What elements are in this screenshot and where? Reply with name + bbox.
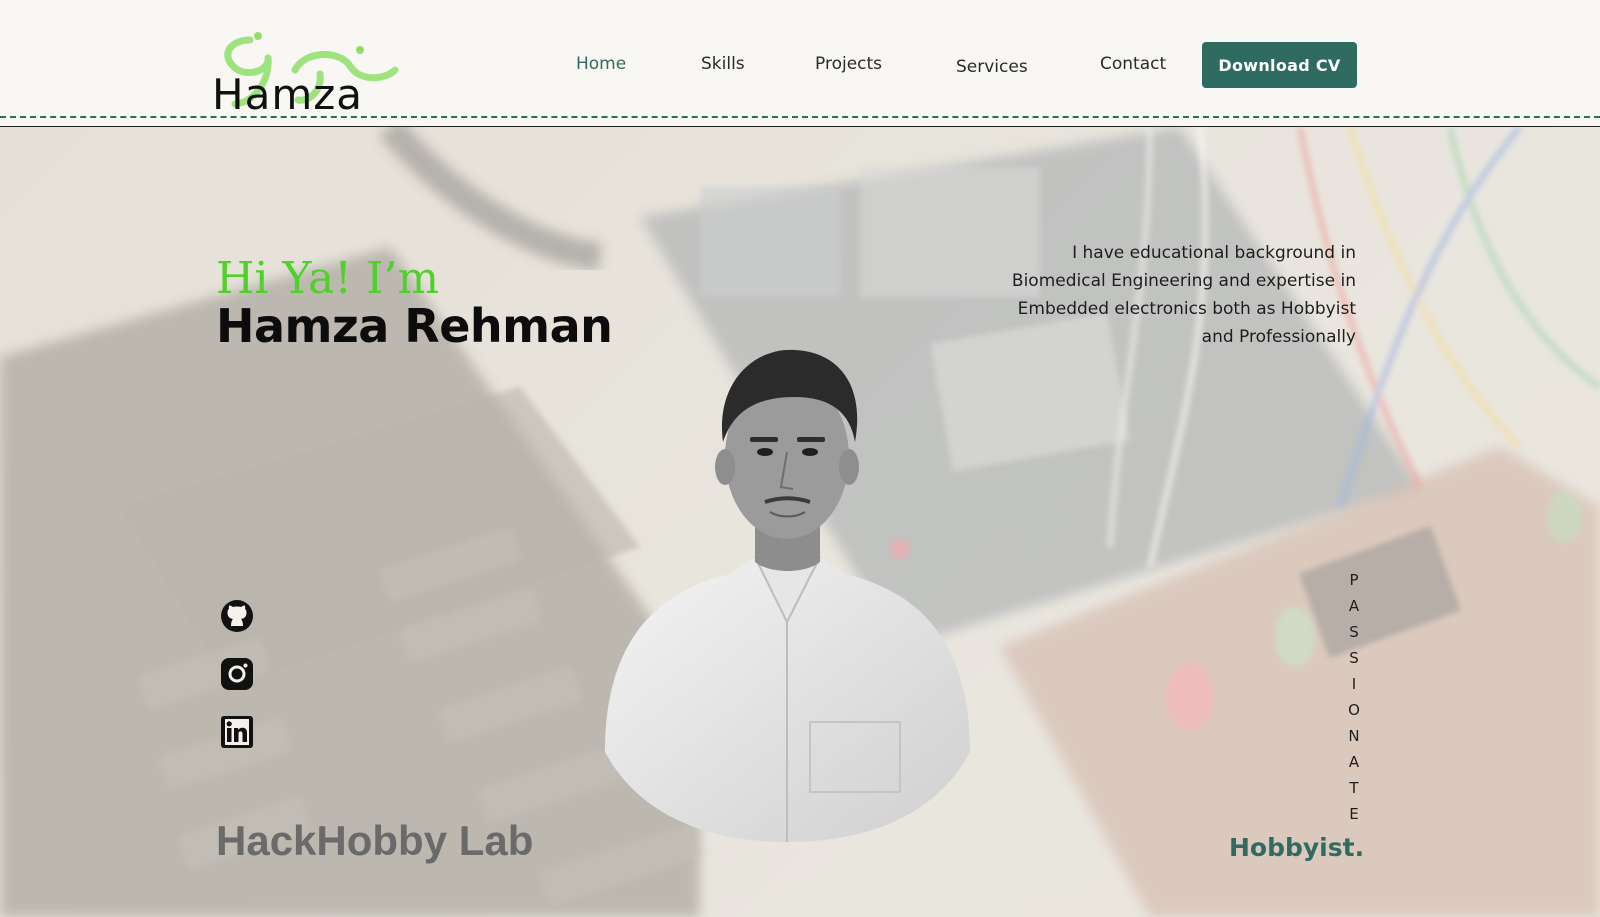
hero-section: Hi Ya! I’m Hamza Rehman I have education… (0, 127, 1600, 917)
brand-name: HackHobby Lab (216, 817, 534, 864)
vertical-letter: A (1348, 753, 1360, 771)
instagram-icon[interactable] (220, 657, 254, 691)
hero-greeting: Hi Ya! I’m (216, 253, 440, 304)
vertical-letter: O (1348, 701, 1360, 719)
hero-name: Hamza Rehman (216, 299, 613, 353)
vertical-letter: S (1349, 649, 1359, 667)
role-label: Hobbyist. (1229, 833, 1365, 862)
vertical-letter: P (1349, 571, 1359, 589)
vertical-letter: N (1348, 727, 1360, 745)
nav-services[interactable]: Services (956, 57, 1028, 77)
site-header: Hamza Home Skills Projects Services Cont… (0, 0, 1600, 127)
vertical-letter: A (1348, 597, 1360, 615)
nav-skills[interactable]: Skills (701, 54, 745, 74)
vertical-word-passionate: P A S S I O N A T E (1341, 567, 1367, 827)
download-cv-button[interactable]: Download CV (1202, 42, 1357, 88)
main-nav: Home Skills Projects Services Contact (0, 54, 1600, 78)
nav-projects[interactable]: Projects (815, 54, 882, 74)
profile-portrait (605, 349, 970, 842)
nav-contact[interactable]: Contact (1100, 54, 1166, 74)
github-icon[interactable] (220, 599, 254, 633)
header-solid-divider (0, 126, 1600, 127)
vertical-letter: S (1349, 623, 1359, 641)
nav-home[interactable]: Home (576, 54, 626, 74)
vertical-letter: T (1349, 779, 1359, 797)
vertical-letter: E (1349, 805, 1359, 823)
hero-bio: I have educational background in Biomedi… (1011, 243, 1356, 347)
vertical-letter: I (1351, 675, 1357, 693)
linkedin-icon[interactable] (220, 715, 254, 749)
header-dashed-divider (0, 116, 1600, 118)
